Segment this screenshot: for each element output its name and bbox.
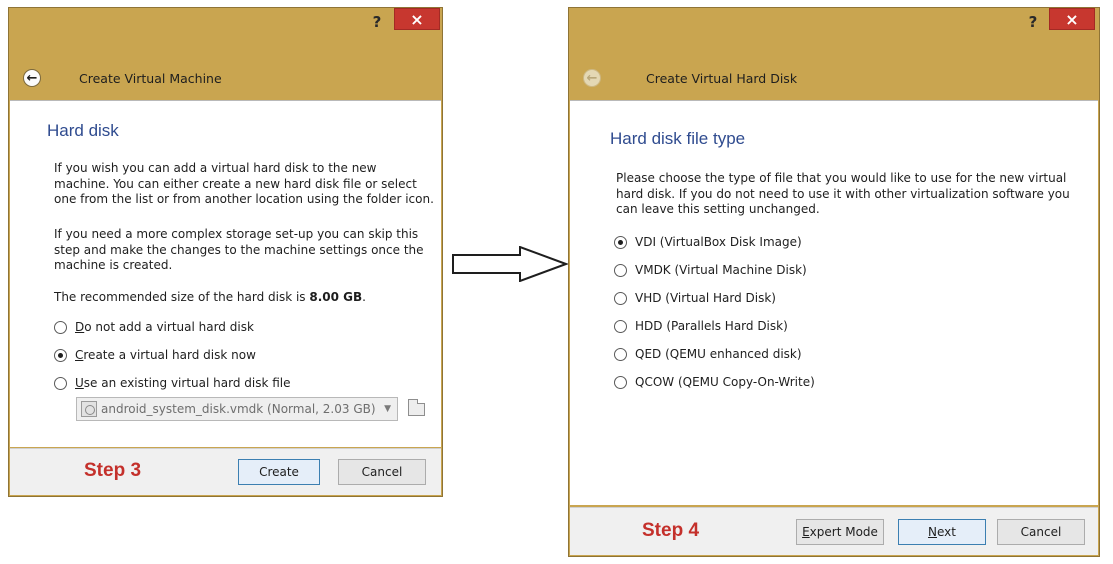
intro-line: can leave this setting unchanged. (616, 202, 820, 216)
button-bar: Step 3 Create Cancel (10, 448, 441, 495)
option-hdd[interactable]: HDD (Parallels Hard Disk) (614, 317, 788, 335)
header-title: Create Virtual Hard Disk (646, 70, 798, 86)
header-title: Create Virtual Machine (79, 70, 222, 86)
option-label: Use an existing virtual hard disk file (75, 376, 291, 390)
title-bar: ? × (9, 8, 442, 46)
option-vdi[interactable]: VDI (VirtualBox Disk Image) (614, 233, 802, 251)
back-arrow-icon[interactable]: ← (23, 69, 41, 87)
step-label: Step 4 (642, 520, 700, 541)
back-arrow-icon[interactable]: ← (583, 69, 601, 87)
option-label: HDD (Parallels Hard Disk) (635, 319, 788, 333)
help-icon: ? (1028, 13, 1038, 31)
note-line: If you need a more complex storage set-u… (54, 227, 419, 241)
close-icon: × (410, 9, 424, 29)
option-vmdk[interactable]: VMDK (Virtual Machine Disk) (614, 261, 807, 279)
radio-button[interactable] (614, 375, 627, 389)
cancel-button[interactable]: Cancel (997, 519, 1085, 545)
option-label: QCOW (QEMU Copy-On-Write) (635, 375, 815, 389)
existing-disk-select[interactable]: android_system_disk.vmdk (Normal, 2.03 G… (76, 397, 398, 421)
option-label: Do not add a virtual hard disk (75, 320, 254, 334)
intro-line: machine. You can either create a new har… (54, 176, 417, 191)
intro-line: hard disk. If you do not need to use it … (616, 186, 1070, 201)
radio-button[interactable] (614, 235, 627, 249)
close-button[interactable]: × (394, 8, 440, 30)
help-button[interactable]: ? (364, 10, 390, 34)
note-line: step and make the changes to the machine… (54, 242, 424, 257)
intro-line: Please choose the type of file that you … (616, 171, 1067, 185)
title-bar: ? × (569, 8, 1099, 46)
cancel-button[interactable]: Cancel (338, 459, 426, 485)
button-bar: Step 4 Expert Mode Next Cancel (570, 507, 1098, 555)
option-label: VDI (VirtualBox Disk Image) (635, 235, 802, 249)
recommended-size-text: The recommended size of the hard disk is… (54, 290, 366, 304)
dropdown-arrow-icon: ▼ (384, 404, 391, 414)
intro-line: If you wish you can add a virtual hard d… (54, 161, 377, 175)
storage-note-text: If you need a more complex storage set-u… (54, 227, 424, 274)
radio-button[interactable] (614, 319, 627, 333)
option-label: VMDK (Virtual Machine Disk) (635, 263, 807, 277)
close-icon: × (1065, 9, 1079, 29)
recommended-size-value: 8.00 GB (309, 290, 363, 304)
option-no-disk[interactable]: Do not add a virtual hard disk (54, 318, 254, 336)
intro-text: Please choose the type of file that you … (616, 171, 1070, 218)
wizard-page: Hard disk If you wish you can add a virt… (10, 100, 441, 447)
page-title: Hard disk file type (610, 129, 746, 148)
create-button[interactable]: Create (238, 459, 320, 485)
note-line: machine is created. (54, 258, 173, 272)
existing-disk-value: android_system_disk.vmdk (Normal, 2.03 G… (101, 402, 376, 416)
radio-button[interactable] (614, 347, 627, 361)
create-virtual-machine-dialog: ? × ← Create Virtual Machine Hard disk I… (8, 7, 443, 497)
radio-button[interactable] (614, 263, 627, 277)
help-icon: ? (372, 13, 382, 31)
intro-line: one from the list or from another locati… (54, 192, 434, 206)
hard-disk-icon (81, 401, 97, 417)
page-title: Hard disk (47, 121, 119, 140)
next-button[interactable]: Next (898, 519, 986, 545)
intro-text: If you wish you can add a virtual hard d… (54, 161, 434, 208)
option-label: VHD (Virtual Hard Disk) (635, 291, 776, 305)
radio-button[interactable] (54, 348, 67, 362)
create-virtual-hard-disk-dialog: ? × ← Create Virtual Hard Disk Hard disk… (568, 7, 1100, 557)
step-label: Step 3 (84, 460, 142, 481)
option-create-disk[interactable]: Create a virtual hard disk now (54, 346, 256, 364)
option-use-existing-disk[interactable]: Use an existing virtual hard disk file (54, 374, 291, 392)
choose-disk-file-button[interactable] (404, 397, 428, 421)
expert-mode-button[interactable]: Expert Mode (796, 519, 884, 545)
option-qcow[interactable]: QCOW (QEMU Copy-On-Write) (614, 373, 815, 391)
folder-icon (407, 398, 425, 416)
close-button[interactable]: × (1049, 8, 1095, 30)
radio-button[interactable] (614, 291, 627, 305)
right-arrow-icon (452, 246, 568, 282)
radio-button[interactable] (54, 376, 67, 390)
wizard-header: ← Create Virtual Hard Disk (569, 58, 1099, 98)
help-button[interactable]: ? (1020, 10, 1046, 34)
option-qed[interactable]: QED (QEMU enhanced disk) (614, 345, 802, 363)
wizard-header: ← Create Virtual Machine (9, 58, 442, 98)
radio-button[interactable] (54, 320, 67, 334)
option-vhd[interactable]: VHD (Virtual Hard Disk) (614, 289, 776, 307)
option-label: Create a virtual hard disk now (75, 348, 256, 362)
wizard-page: Hard disk file type Please choose the ty… (570, 100, 1098, 505)
option-label: QED (QEMU enhanced disk) (635, 347, 802, 361)
